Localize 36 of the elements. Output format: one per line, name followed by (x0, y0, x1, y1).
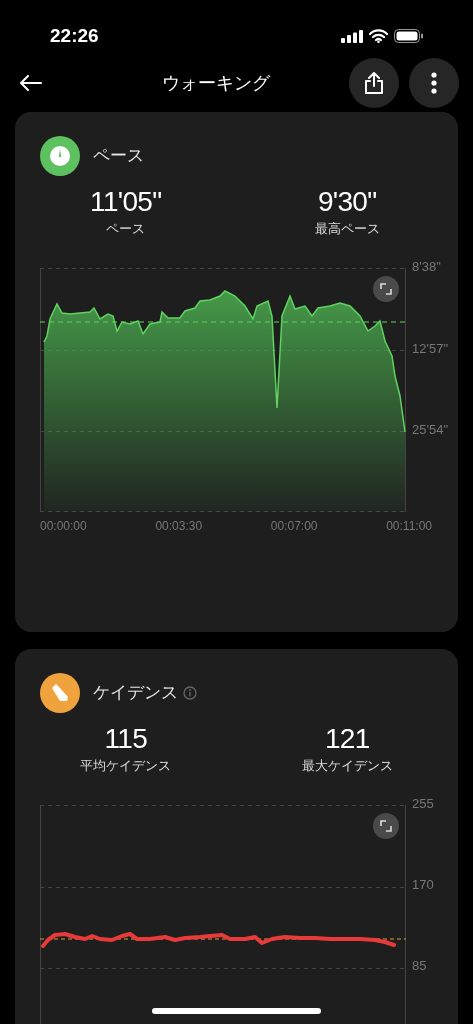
expand-icon (380, 283, 392, 295)
stat-label: ペース (106, 220, 146, 238)
stopwatch-icon (40, 136, 80, 176)
status-time: 22:26 (50, 23, 99, 48)
y-axis-label: 12'57" (412, 342, 449, 355)
stat-value: 11'05" (90, 185, 162, 219)
y-axis-label: 8'38" (412, 260, 441, 273)
stat-value: 115 (104, 722, 147, 756)
x-axis-label: 00:11:00 (386, 520, 432, 532)
y-axis-label: 255 (412, 797, 434, 810)
card-title: ペース (93, 145, 144, 168)
y-axis-label: 85 (412, 959, 427, 972)
shoe-icon (40, 673, 80, 713)
wifi-icon (369, 29, 388, 43)
stat-value: 9'30" (318, 185, 377, 219)
stat-label: 最高ペース (314, 220, 380, 238)
battery-icon (394, 29, 423, 43)
more-icon (431, 72, 437, 94)
page-title: ウォーキング (162, 71, 270, 95)
y-axis-label: 25'54" (412, 423, 449, 436)
signal-icon (341, 29, 363, 43)
stat-label: 平均ケイデンス (80, 757, 172, 775)
share-icon (364, 72, 384, 94)
x-axis-label: 00:03:30 (155, 520, 203, 532)
y-axis-label: 170 (412, 878, 434, 891)
expand-button[interactable] (373, 813, 399, 839)
x-axis-label: 00:07:00 (270, 520, 318, 532)
expand-icon (380, 820, 392, 832)
expand-button[interactable] (373, 276, 399, 302)
card-title: ケイデンス (93, 682, 178, 705)
x-axis-label: 00:00:00 (40, 520, 87, 532)
back-arrow-icon (20, 75, 42, 91)
stat-label: 最大ケイデンス (301, 757, 393, 775)
stat-value: 121 (324, 722, 370, 756)
more-button[interactable] (409, 58, 459, 108)
share-button[interactable] (349, 58, 399, 108)
